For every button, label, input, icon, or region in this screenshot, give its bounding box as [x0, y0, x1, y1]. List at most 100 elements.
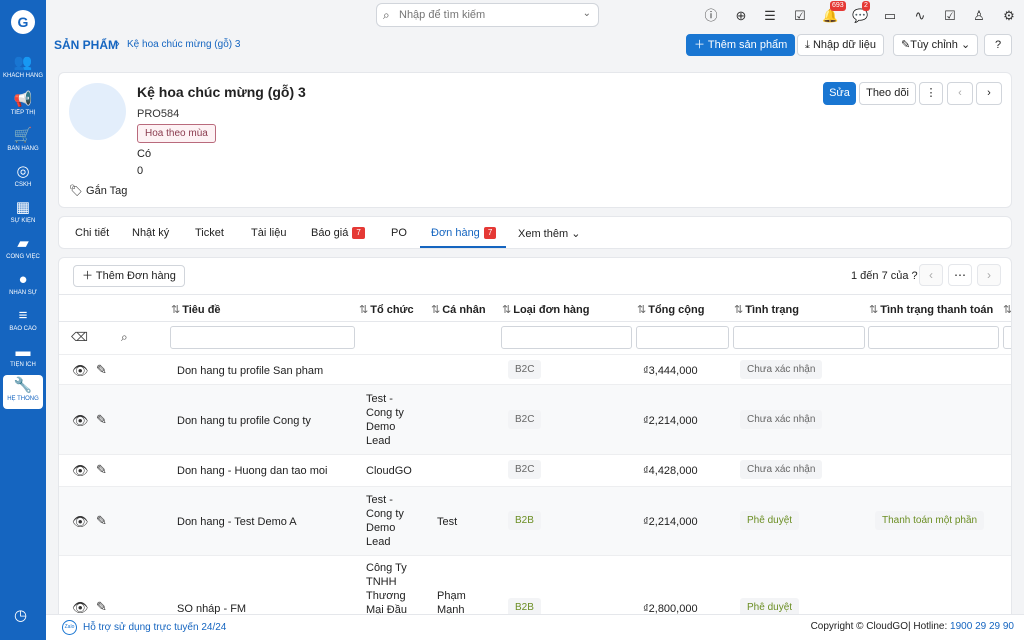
app-logo[interactable]: G [11, 10, 35, 34]
support-link[interactable]: Hỗ trợ sử dụng trực tuyến 24/24 [83, 622, 226, 633]
cell-title[interactable]: Don hang - Huong dan tao moi [177, 464, 327, 478]
sidebar-item-cskh[interactable]: ◎ CSKH [3, 161, 43, 195]
edit-icon[interactable]: ✎ [96, 513, 107, 529]
col-person[interactable]: ⇅ Cá nhân [431, 303, 486, 316]
edit-icon[interactable]: ✎ [96, 362, 107, 378]
cell-organization[interactable]: Công Ty TNHH Thương Mại Đầu [366, 561, 414, 617]
col-order-type[interactable]: ⇅ Loại đơn hàng [502, 303, 589, 316]
chart-icon[interactable]: ∿ [912, 8, 928, 24]
search-icon[interactable]: ⌕ [121, 330, 128, 345]
page-menu-button[interactable]: ⋯ [948, 264, 972, 286]
user-icon[interactable]: ♙ [971, 8, 987, 24]
add-order-button[interactable]: ＋ Thêm Đơn hàng [73, 265, 185, 287]
tab-details[interactable]: Chi tiết [75, 227, 109, 239]
cell-title[interactable]: Don hang tu profile San pham [177, 364, 323, 378]
view-icon[interactable]: 👁 [72, 463, 89, 479]
sort-icon[interactable]: ⇅ [1003, 303, 1011, 316]
cell-title[interactable]: Don hang tu profile Cong ty [177, 414, 311, 428]
edit-button[interactable]: Sửa [823, 82, 856, 105]
import-button[interactable]: ⤓ Nhập dữ liệu [797, 34, 884, 56]
utility-icon: ▬ [15, 343, 31, 360]
checklist-icon[interactable]: ☑ [792, 8, 808, 24]
filter-payment-status[interactable] [868, 326, 999, 349]
gear-icon[interactable]: ⚙ [1001, 8, 1017, 24]
sidebar-item-sales[interactable]: 🛒 BÁN HÀNG [3, 125, 43, 159]
sidebar-item-system[interactable]: 🔧 HỆ THỐNG [3, 375, 43, 409]
calendar-icon[interactable]: ▭ [882, 8, 898, 24]
filter-status[interactable] [733, 326, 865, 349]
view-icon[interactable]: 👁 [72, 363, 89, 379]
list-icon[interactable]: ☰ [762, 8, 778, 24]
chevron-down-icon[interactable]: ⌄ [583, 8, 591, 19]
sidebar-item-hr[interactable]: ● NHÂN SỰ [3, 269, 43, 303]
cell-person[interactable]: Phạm Mạnh [437, 589, 477, 617]
filter-extra[interactable] [1003, 326, 1011, 349]
next-page-button[interactable]: › [977, 264, 1001, 286]
cell-organization[interactable]: Test - Cong ty Demo Lead [366, 392, 414, 448]
tab-documents[interactable]: Tài liệu [251, 227, 286, 239]
cell-organization[interactable]: CloudGO [366, 464, 412, 478]
sidebar-item-customers[interactable]: 👥 KHÁCH HÀNG [3, 52, 43, 86]
cell-person[interactable]: Test [437, 515, 457, 529]
prev-page-button[interactable]: ‹ [919, 264, 943, 286]
edit-icon[interactable]: ✎ [96, 599, 107, 615]
bell-icon[interactable]: 🔔 693 [822, 1, 846, 24]
alert-icon[interactable]: ⓘ [703, 8, 719, 24]
task-check-icon[interactable]: ☑ [942, 8, 958, 24]
sidebar-item-marketing[interactable]: 📢 TIẾP THỊ [3, 89, 43, 123]
sidebar-item-events[interactable]: ▦ SỰ KIỆN [3, 197, 43, 231]
sort-icon: ⇅ [734, 304, 744, 316]
follow-button[interactable]: Theo dõi [859, 82, 916, 105]
view-icon[interactable]: 👁 [72, 514, 89, 530]
col-payment-status[interactable]: ⇅ Tình trạng thanh toán [869, 303, 993, 316]
eraser-icon[interactable]: ⌫ [71, 330, 88, 344]
tab-po[interactable]: PO [391, 227, 407, 239]
prev-record-button[interactable]: ‹ [947, 82, 973, 105]
filter-title[interactable] [170, 326, 355, 349]
plus-circle-icon[interactable]: ⊕ [733, 8, 749, 24]
breadcrumb-root[interactable]: Sản phẩm [54, 38, 118, 52]
help-button[interactable]: ? [984, 34, 1012, 56]
tab-orders[interactable]: Đơn hàng 7 [431, 227, 497, 240]
zalo-icon[interactable]: Zalo [62, 620, 77, 635]
cell-organization[interactable]: Test - Cong ty Demo Lead [366, 493, 414, 549]
sidebar-item-label: SỰ KIỆN [10, 218, 36, 224]
search-input[interactable] [399, 7, 569, 23]
view-icon[interactable]: 👁 [72, 413, 89, 429]
edit-icon[interactable]: ✎ [96, 462, 107, 478]
count-badge: 7 [352, 227, 365, 240]
filter-order-type[interactable] [501, 326, 632, 349]
product-tag[interactable]: Hoa theo mùa [137, 124, 216, 143]
status-pill: Phê duyệt [740, 511, 800, 530]
tab-log[interactable]: Nhật ký [132, 227, 169, 239]
tab-label: Đơn hàng [431, 227, 480, 239]
cell-title[interactable]: Don hang - Test Demo A [177, 515, 297, 529]
order-type-pill: B2B [508, 511, 541, 530]
add-tag-link[interactable]: 🏷 Gắn Tag [69, 184, 127, 197]
tab-more[interactable]: Xem thêm ⌄ [518, 227, 580, 240]
tab-ticket[interactable]: Ticket [195, 227, 224, 239]
notification-badge: 693 [830, 1, 846, 11]
edit-icon[interactable]: ✎ [96, 412, 107, 428]
person-icon: ● [18, 271, 28, 288]
more-menu-button[interactable]: ⋮ [919, 82, 943, 105]
sidebar-item-utilities[interactable]: ▬ TIỆN ÍCH [3, 341, 43, 375]
tab-quotes[interactable]: Báo giá 7 [311, 227, 365, 240]
product-avatar[interactable] [69, 83, 126, 140]
col-total[interactable]: ⇅ Tổng cộng [637, 303, 704, 316]
col-organization[interactable]: ⇅ Tổ chức [359, 303, 414, 316]
import-label: Nhập dữ liệu [812, 39, 876, 51]
filter-total[interactable] [636, 326, 729, 349]
col-title[interactable]: ⇅ Tiêu đề [171, 303, 221, 316]
hotline-number[interactable]: 1900 29 29 90 [950, 621, 1014, 632]
chat-icon[interactable]: 💬 2 [852, 1, 870, 24]
add-product-button[interactable]: ＋ Thêm sản phẩm [686, 34, 796, 56]
next-record-button[interactable]: › [976, 82, 1002, 105]
col-status[interactable]: ⇅ Tình trạng [734, 303, 799, 316]
customize-button[interactable]: ✎Tùy chỉnh ⌄ [893, 34, 979, 56]
clock-icon[interactable]: ◷ [14, 606, 27, 624]
sidebar-item-tasks[interactable]: ▰ CÔNG VIỆC [3, 233, 43, 267]
hotline-label: | Hotline: [907, 621, 951, 632]
sort-icon: ⇅ [502, 304, 512, 316]
sidebar-item-reports[interactable]: ≡ BÁO CÁO [3, 305, 43, 339]
